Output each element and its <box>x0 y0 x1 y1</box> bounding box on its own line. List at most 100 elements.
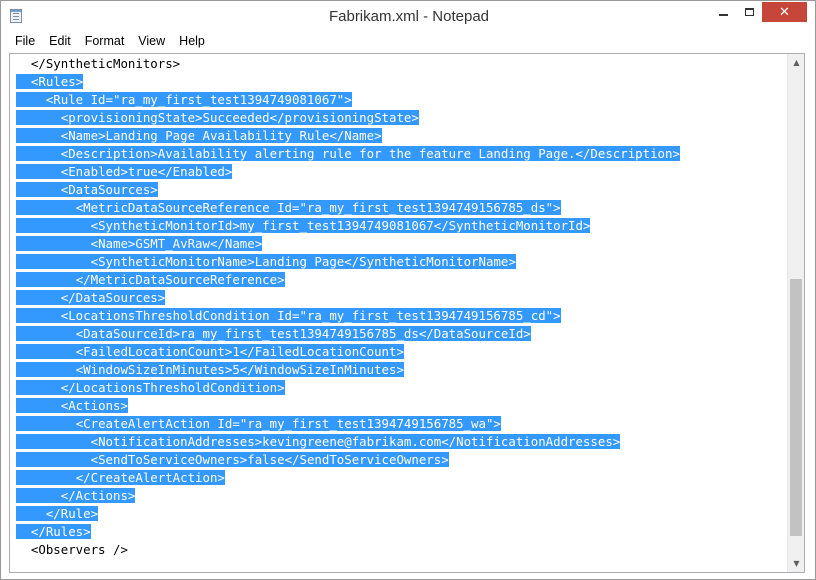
text-line[interactable]: <MetricDataSourceReference Id="ra_my_fir… <box>16 199 680 217</box>
line-indent <box>16 434 91 449</box>
text-line[interactable]: </Rules> <box>16 523 680 541</box>
notepad-window: Fabrikam.xml - Notepad ✕ File Edit Forma… <box>0 0 816 580</box>
text-line[interactable]: <LocationsThresholdCondition Id="ra_my_f… <box>16 307 680 325</box>
line-text: <DataSourceId>ra_my_first_test1394749156… <box>75 326 531 341</box>
text-line[interactable]: </Actions> <box>16 487 680 505</box>
menu-edit[interactable]: Edit <box>42 32 78 52</box>
text-line[interactable]: <Rules> <box>16 73 680 91</box>
text-line[interactable]: <Enabled>true</Enabled> <box>16 163 680 181</box>
text-line[interactable]: </SyntheticMonitors> <box>16 55 680 73</box>
line-indent <box>16 290 61 305</box>
line-indent <box>16 218 91 233</box>
text-line[interactable]: </CreateAlertAction> <box>16 469 680 487</box>
text-line[interactable]: <Name>Landing Page Availability Rule</Na… <box>16 127 680 145</box>
maximize-button[interactable] <box>736 2 762 22</box>
line-text: <Description>Availability alerting rule … <box>60 146 680 161</box>
line-indent <box>16 344 76 359</box>
line-indent <box>16 272 76 287</box>
menu-bar: File Edit Format View Help <box>9 32 809 52</box>
line-text: <MetricDataSourceReference Id="ra_my_fir… <box>75 200 561 215</box>
text-line[interactable]: </Rule> <box>16 505 680 523</box>
line-indent <box>16 200 76 215</box>
line-text: <Observers /> <box>30 542 128 557</box>
line-text: </Rules> <box>30 524 91 539</box>
line-text: </LocationsThresholdCondition> <box>60 380 285 395</box>
line-text: <DataSources> <box>60 182 158 197</box>
line-indent <box>16 452 91 467</box>
text-lines[interactable]: </SyntheticMonitors> <Rules> <Rule Id="r… <box>16 55 680 559</box>
text-line[interactable]: <Actions> <box>16 397 680 415</box>
line-indent <box>16 164 61 179</box>
line-text: </CreateAlertAction> <box>75 470 225 485</box>
scroll-up-arrow-icon[interactable]: ▲ <box>788 54 805 71</box>
scroll-down-arrow-icon[interactable]: ▼ <box>788 555 805 572</box>
line-text: <WindowSizeInMinutes>5</WindowSizeInMinu… <box>75 362 404 377</box>
line-indent <box>16 398 61 413</box>
line-text: <Name>GSMT_AvRaw</Name> <box>90 236 263 251</box>
line-text: <Enabled>true</Enabled> <box>60 164 233 179</box>
line-text: <CreateAlertAction Id="ra_my_first_test1… <box>75 416 501 431</box>
line-indent <box>16 254 91 269</box>
menu-view[interactable]: View <box>131 32 172 52</box>
line-text: </MetricDataSourceReference> <box>75 272 285 287</box>
text-editor[interactable]: </SyntheticMonitors> <Rules> <Rule Id="r… <box>9 53 805 573</box>
text-line[interactable]: <NotificationAddresses>kevingreene@fabri… <box>16 433 680 451</box>
line-indent <box>16 110 61 125</box>
line-indent <box>16 524 31 539</box>
line-indent <box>16 236 91 251</box>
line-text: </Rule> <box>45 506 99 521</box>
text-line[interactable]: <WindowSizeInMinutes>5</WindowSizeInMinu… <box>16 361 680 379</box>
text-line[interactable]: <CreateAlertAction Id="ra_my_first_test1… <box>16 415 680 433</box>
line-text: <NotificationAddresses>kevingreene@fabri… <box>90 434 621 449</box>
line-indent <box>16 92 46 107</box>
close-icon: ✕ <box>779 4 790 20</box>
text-line[interactable]: <FailedLocationCount>1</FailedLocationCo… <box>16 343 680 361</box>
line-text: </Actions> <box>60 488 136 503</box>
text-line[interactable]: </LocationsThresholdCondition> <box>16 379 680 397</box>
close-button[interactable]: ✕ <box>762 2 807 22</box>
line-indent <box>16 488 61 503</box>
line-indent <box>16 182 61 197</box>
vertical-scrollbar[interactable]: ▲ ▼ <box>787 54 804 572</box>
menu-format[interactable]: Format <box>78 32 132 52</box>
text-line[interactable]: <SyntheticMonitorId>my_first_test1394749… <box>16 217 680 235</box>
menu-file[interactable]: File <box>9 32 42 52</box>
text-line[interactable]: <Observers /> <box>16 541 680 559</box>
window-title: Fabrikam.xml - Notepad <box>328 8 490 25</box>
line-text: </DataSources> <box>60 290 166 305</box>
line-text: <SyntheticMonitorId>my_first_test1394749… <box>90 218 591 233</box>
text-line[interactable]: <SyntheticMonitorName>Landing Page</Synt… <box>16 253 680 271</box>
line-indent <box>16 416 76 431</box>
text-line[interactable]: </DataSources> <box>16 289 680 307</box>
text-line[interactable]: <DataSourceId>ra_my_first_test1394749156… <box>16 325 680 343</box>
title-bar[interactable]: Fabrikam.xml - Notepad ✕ <box>1 1 815 32</box>
line-text: </SyntheticMonitors> <box>30 56 181 71</box>
line-indent <box>16 506 46 521</box>
line-text: <FailedLocationCount>1</FailedLocationCo… <box>75 344 404 359</box>
menu-help[interactable]: Help <box>172 32 212 52</box>
line-text: <LocationsThresholdCondition Id="ra_my_f… <box>60 308 561 323</box>
text-line[interactable]: </MetricDataSourceReference> <box>16 271 680 289</box>
text-line[interactable]: <Description>Availability alerting rule … <box>16 145 680 163</box>
text-line[interactable]: <Name>GSMT_AvRaw</Name> <box>16 235 680 253</box>
minimize-icon <box>718 14 728 16</box>
text-area[interactable]: </SyntheticMonitors> <Rules> <Rule Id="r… <box>10 54 788 572</box>
text-line[interactable]: <DataSources> <box>16 181 680 199</box>
line-text: <provisioningState>Succeeded</provisioni… <box>60 110 419 125</box>
line-text: <SendToServiceOwners>false</SendToServic… <box>90 452 449 467</box>
line-indent <box>16 146 61 161</box>
line-text: <Rules> <box>30 74 84 89</box>
scroll-thumb[interactable] <box>790 279 802 536</box>
text-line[interactable]: <provisioningState>Succeeded</provisioni… <box>16 109 680 127</box>
text-line[interactable]: <SendToServiceOwners>false</SendToServic… <box>16 451 680 469</box>
line-text: <SyntheticMonitorName>Landing Page</Synt… <box>90 254 516 269</box>
text-line[interactable]: <Rule Id="ra_my_first_test1394749081067"… <box>16 91 680 109</box>
line-indent <box>16 128 61 143</box>
line-indent <box>16 326 76 341</box>
line-text: <Actions> <box>60 398 128 413</box>
line-text: <Name>Landing Page Availability Rule</Na… <box>60 128 382 143</box>
line-indent <box>16 380 61 395</box>
minimize-button[interactable] <box>710 2 736 22</box>
